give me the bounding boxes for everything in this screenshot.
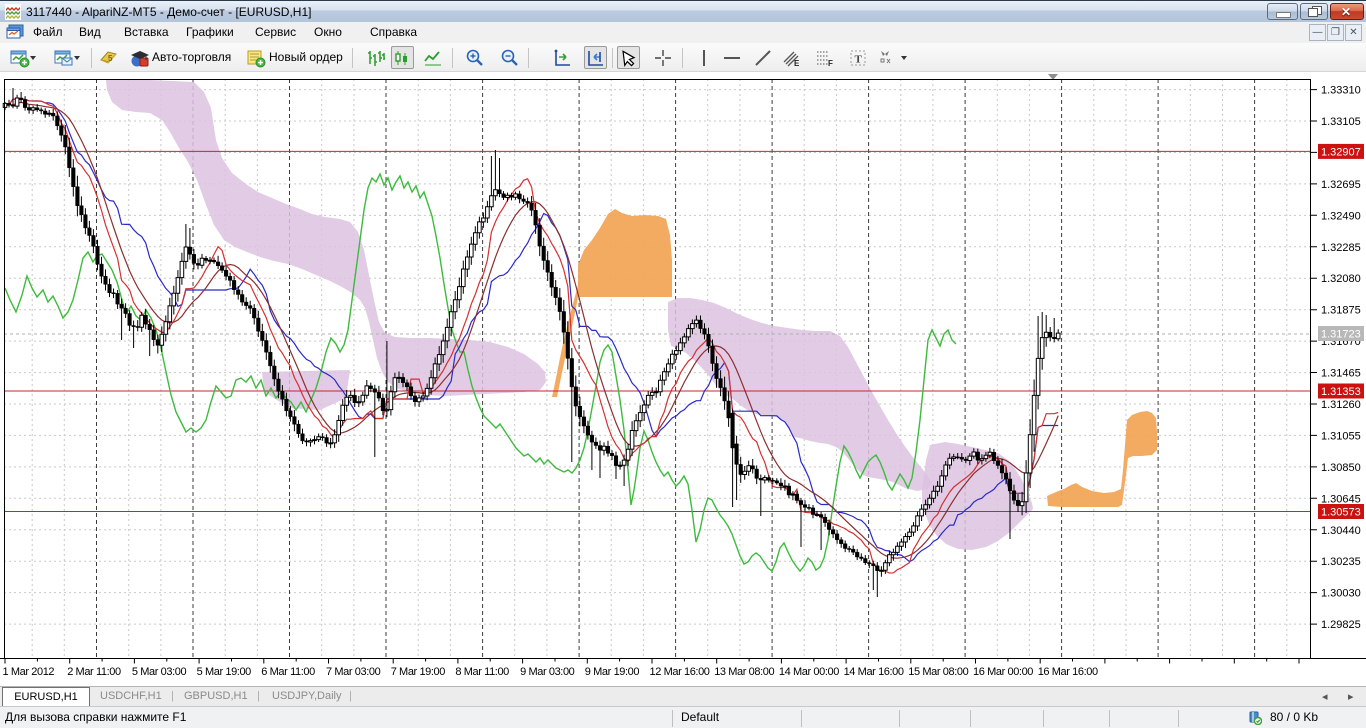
svg-text:5 Mar 19:00: 5 Mar 19:00 [197, 666, 252, 678]
svg-text:1.31353: 1.31353 [1321, 386, 1361, 398]
svg-text:9 Mar 19:00: 9 Mar 19:00 [585, 666, 640, 678]
svg-text:1.32490: 1.32490 [1321, 210, 1361, 222]
svg-text:1.33310: 1.33310 [1321, 85, 1361, 97]
svg-text:1.30440: 1.30440 [1321, 525, 1361, 537]
svg-text:T: T [855, 54, 863, 66]
svg-text:12 Mar 16:00: 12 Mar 16:00 [650, 666, 710, 678]
svg-text:1.32285: 1.32285 [1321, 242, 1361, 254]
svg-text:1 Mar 2012: 1 Mar 2012 [3, 666, 55, 678]
svg-text:1.31055: 1.31055 [1321, 430, 1361, 442]
svg-text:1.31723: 1.31723 [1321, 329, 1361, 341]
svg-text:9 Mar 03:00: 9 Mar 03:00 [520, 666, 575, 678]
svg-text:8 Mar 11:00: 8 Mar 11:00 [455, 666, 509, 678]
svg-text:1.31260: 1.31260 [1321, 399, 1361, 411]
svg-text:E: E [794, 59, 800, 68]
svg-text:15 Mar 08:00: 15 Mar 08:00 [908, 666, 968, 678]
svg-text:1.30645: 1.30645 [1321, 493, 1361, 505]
svg-text:16 Mar 00:00: 16 Mar 00:00 [973, 666, 1033, 678]
svg-text:1.31875: 1.31875 [1321, 305, 1361, 317]
svg-text:7 Mar 19:00: 7 Mar 19:00 [391, 666, 446, 678]
svg-text:1.30030: 1.30030 [1321, 588, 1361, 600]
svg-text:2 Mar 11:00: 2 Mar 11:00 [67, 666, 121, 678]
svg-text:6 Mar 11:00: 6 Mar 11:00 [261, 666, 315, 678]
svg-text:5 Mar 03:00: 5 Mar 03:00 [132, 666, 187, 678]
svg-text:14 Mar 16:00: 14 Mar 16:00 [844, 666, 904, 678]
svg-text:13 Mar 08:00: 13 Mar 08:00 [714, 666, 774, 678]
svg-text:F: F [828, 59, 833, 68]
svg-text:1.32695: 1.32695 [1321, 179, 1361, 191]
svg-text:1.30850: 1.30850 [1321, 462, 1361, 474]
svg-text:16 Mar 16:00: 16 Mar 16:00 [1038, 666, 1098, 678]
svg-text:1.32080: 1.32080 [1321, 273, 1361, 285]
svg-text:1.32907: 1.32907 [1321, 146, 1361, 158]
svg-text:1.29825: 1.29825 [1321, 619, 1361, 631]
svg-text:5: 5 [108, 54, 113, 63]
svg-text:7 Mar 03:00: 7 Mar 03:00 [326, 666, 381, 678]
svg-text:1.33105: 1.33105 [1321, 116, 1361, 128]
svg-text:1.30235: 1.30235 [1321, 556, 1361, 568]
svg-text:14 Mar 00:00: 14 Mar 00:00 [779, 666, 839, 678]
svg-text:1.31465: 1.31465 [1321, 368, 1361, 380]
svg-text:1.30573: 1.30573 [1321, 507, 1361, 519]
